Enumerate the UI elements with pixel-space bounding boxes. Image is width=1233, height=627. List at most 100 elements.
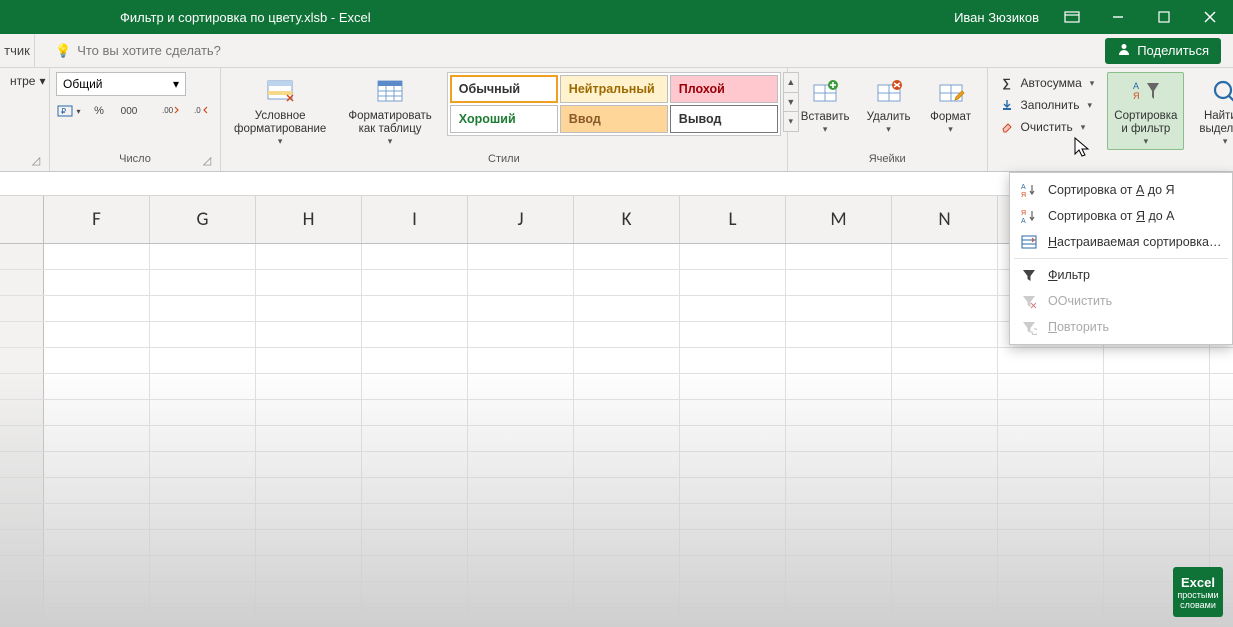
sort-filter-button[interactable]: АЯ Сортировка и фильтр ▾ xyxy=(1107,72,1184,150)
cell[interactable] xyxy=(256,296,362,321)
cell[interactable] xyxy=(468,374,574,399)
cell[interactable] xyxy=(680,374,786,399)
cell[interactable] xyxy=(44,608,150,627)
cell[interactable] xyxy=(362,530,468,555)
cell[interactable] xyxy=(574,504,680,529)
cell[interactable] xyxy=(150,400,256,425)
style-neutral[interactable]: Нейтральный xyxy=(560,75,668,103)
cell[interactable] xyxy=(44,270,150,295)
format-button[interactable]: Формат ▾ xyxy=(921,72,981,150)
cell[interactable] xyxy=(256,452,362,477)
cell[interactable] xyxy=(892,452,998,477)
filter-item[interactable]: Фильтр xyxy=(1010,262,1232,288)
row-header[interactable] xyxy=(0,348,44,373)
dialog-launcher-icon[interactable]: ◿ xyxy=(200,153,214,167)
clear-button[interactable]: Очистить ▾ xyxy=(994,116,1100,138)
cell[interactable] xyxy=(892,400,998,425)
cell[interactable] xyxy=(680,426,786,451)
cell[interactable] xyxy=(150,608,256,627)
cell[interactable] xyxy=(150,478,256,503)
cell[interactable] xyxy=(468,452,574,477)
style-normal[interactable]: Обычный xyxy=(450,75,558,103)
comma-style-button[interactable]: 000 xyxy=(116,100,142,122)
cell[interactable] xyxy=(44,504,150,529)
cell[interactable] xyxy=(44,296,150,321)
cell[interactable] xyxy=(150,426,256,451)
row-header[interactable] xyxy=(0,244,44,269)
cell[interactable] xyxy=(1104,426,1210,451)
cell[interactable] xyxy=(786,270,892,295)
cell[interactable] xyxy=(892,478,998,503)
cell[interactable] xyxy=(998,582,1104,607)
cell[interactable] xyxy=(44,530,150,555)
cell[interactable] xyxy=(256,608,362,627)
cell[interactable] xyxy=(256,270,362,295)
cell[interactable] xyxy=(892,244,998,269)
cell[interactable] xyxy=(150,270,256,295)
close-button[interactable] xyxy=(1187,0,1233,34)
number-format-dropdown[interactable]: Общий ▾ xyxy=(56,72,186,96)
cell[interactable] xyxy=(362,478,468,503)
row-header[interactable] xyxy=(0,530,44,555)
cell-style-gallery[interactable]: Обычный Нейтральный Плохой Хороший Ввод … xyxy=(447,72,781,136)
style-good[interactable]: Хороший xyxy=(450,105,558,133)
style-output[interactable]: Вывод xyxy=(670,105,778,133)
cell[interactable] xyxy=(786,504,892,529)
cell[interactable] xyxy=(574,348,680,373)
col-header[interactable]: J xyxy=(468,196,574,243)
cell[interactable] xyxy=(150,556,256,581)
sort-za-item[interactable]: ЯА Сортировка от Я до А xyxy=(1010,203,1232,229)
cell[interactable] xyxy=(998,608,1104,627)
col-header[interactable]: K xyxy=(574,196,680,243)
cell[interactable] xyxy=(362,452,468,477)
cell[interactable] xyxy=(680,400,786,425)
cell[interactable] xyxy=(786,348,892,373)
cell[interactable] xyxy=(150,244,256,269)
cell[interactable] xyxy=(362,504,468,529)
find-select-button[interactable]: Найти и выделить ▾ xyxy=(1192,72,1233,150)
cell[interactable] xyxy=(150,504,256,529)
tellme-input[interactable] xyxy=(77,43,377,58)
cell[interactable] xyxy=(786,608,892,627)
cell[interactable] xyxy=(468,270,574,295)
cell[interactable] xyxy=(574,582,680,607)
cell[interactable] xyxy=(468,556,574,581)
cell[interactable] xyxy=(362,322,468,347)
cell[interactable] xyxy=(150,452,256,477)
cell[interactable] xyxy=(998,478,1104,503)
cell[interactable] xyxy=(574,322,680,347)
cell[interactable] xyxy=(256,400,362,425)
cell[interactable] xyxy=(362,270,468,295)
cell[interactable] xyxy=(362,426,468,451)
cell[interactable] xyxy=(892,296,998,321)
cell[interactable] xyxy=(150,322,256,347)
cell[interactable] xyxy=(256,374,362,399)
custom-sort-item[interactable]: Настраиваемая сортировка… xyxy=(1010,229,1232,255)
cell[interactable] xyxy=(892,270,998,295)
cell[interactable] xyxy=(786,426,892,451)
cell[interactable] xyxy=(680,296,786,321)
cell[interactable] xyxy=(44,582,150,607)
col-header[interactable]: M xyxy=(786,196,892,243)
cell[interactable] xyxy=(44,426,150,451)
delete-button[interactable]: Удалить ▾ xyxy=(859,72,919,150)
cell[interactable] xyxy=(998,426,1104,451)
cell[interactable] xyxy=(786,530,892,555)
cell[interactable] xyxy=(574,374,680,399)
fill-button[interactable]: Заполнить ▾ xyxy=(994,94,1100,116)
cell[interactable] xyxy=(362,348,468,373)
cell[interactable] xyxy=(574,270,680,295)
conditional-format-button[interactable]: Условное форматирование ▾ xyxy=(227,72,333,150)
cell[interactable] xyxy=(786,400,892,425)
select-all-corner[interactable] xyxy=(0,196,44,243)
dialog-launcher-icon[interactable]: ◿ xyxy=(29,153,43,167)
cell[interactable] xyxy=(786,556,892,581)
cell[interactable] xyxy=(150,296,256,321)
cell[interactable] xyxy=(44,478,150,503)
cell[interactable] xyxy=(468,244,574,269)
cell[interactable] xyxy=(256,348,362,373)
cell[interactable] xyxy=(998,348,1104,373)
cell[interactable] xyxy=(574,296,680,321)
cell[interactable] xyxy=(998,452,1104,477)
tab-stub[interactable]: тчик xyxy=(0,34,35,68)
